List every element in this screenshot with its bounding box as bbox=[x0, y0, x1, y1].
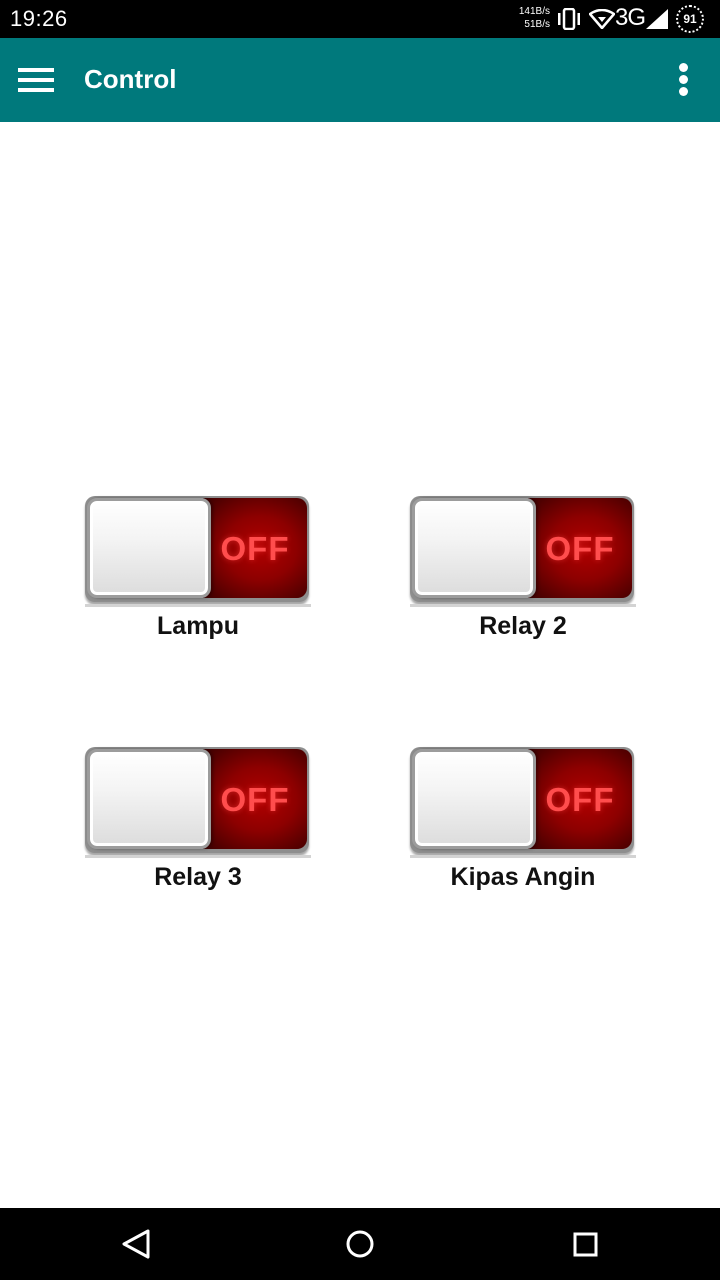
app-screen: 19:26 141B/s 51B/s 3G 91 Control OFF Lam… bbox=[0, 0, 720, 1280]
upload-speed: 141B/s bbox=[518, 6, 550, 17]
recents-icon[interactable] bbox=[562, 1222, 608, 1266]
vibrate-icon bbox=[558, 8, 580, 30]
switch-cell-relay-2: OFF Relay 2 bbox=[410, 496, 640, 656]
toggle-knob bbox=[412, 749, 536, 849]
toggle-state-text: OFF bbox=[545, 781, 615, 818]
toggle-switch-kipas-angin[interactable]: OFF bbox=[410, 747, 634, 853]
wifi-icon bbox=[589, 9, 615, 29]
download-speed: 51B/s bbox=[524, 19, 550, 30]
divider bbox=[410, 604, 636, 607]
toggle-knob bbox=[87, 749, 211, 849]
switch-label: Relay 2 bbox=[479, 612, 567, 640]
toggle-switch-lampu[interactable]: OFF bbox=[85, 496, 309, 602]
home-icon[interactable] bbox=[337, 1222, 383, 1266]
network-type: 3G bbox=[615, 4, 646, 31]
app-bar: Control bbox=[0, 38, 720, 122]
toggle-switch-relay-3[interactable]: OFF bbox=[85, 747, 309, 853]
navigation-bar bbox=[0, 1208, 720, 1280]
status-time: 19:26 bbox=[10, 6, 68, 31]
divider bbox=[85, 855, 311, 858]
toggle-off-panel: OFF bbox=[203, 498, 307, 598]
status-bar: 19:26 141B/s 51B/s 3G 91 bbox=[0, 0, 720, 38]
toggle-off-panel: OFF bbox=[203, 749, 307, 849]
more-vert-icon[interactable] bbox=[664, 56, 704, 104]
page-title: Control bbox=[84, 64, 177, 94]
signal-icon bbox=[646, 9, 668, 29]
toggle-knob bbox=[87, 498, 211, 598]
hamburger-menu-icon[interactable] bbox=[10, 54, 62, 106]
switch-label: Lampu bbox=[157, 612, 239, 640]
toggle-switch-relay-2[interactable]: OFF bbox=[410, 496, 634, 602]
switch-label: Kipas Angin bbox=[450, 863, 596, 891]
toggle-state-text: OFF bbox=[220, 781, 290, 818]
switch-cell-relay-3: OFF Relay 3 bbox=[85, 747, 315, 907]
toggle-state-text: OFF bbox=[220, 530, 290, 567]
switch-label: Relay 3 bbox=[154, 863, 242, 891]
toggle-off-panel: OFF bbox=[528, 749, 632, 849]
battery-icon: 91 bbox=[676, 5, 704, 33]
switch-cell-lampu: OFF Lampu bbox=[85, 496, 315, 656]
divider bbox=[410, 855, 636, 858]
network-speed: 141B/s 51B/s bbox=[510, 5, 550, 31]
toggle-off-panel: OFF bbox=[528, 498, 632, 598]
back-icon[interactable] bbox=[113, 1222, 159, 1266]
switch-cell-kipas-angin: OFF Kipas Angin bbox=[410, 747, 640, 907]
toggle-knob bbox=[412, 498, 536, 598]
toggle-state-text: OFF bbox=[545, 530, 615, 567]
divider bbox=[85, 604, 311, 607]
